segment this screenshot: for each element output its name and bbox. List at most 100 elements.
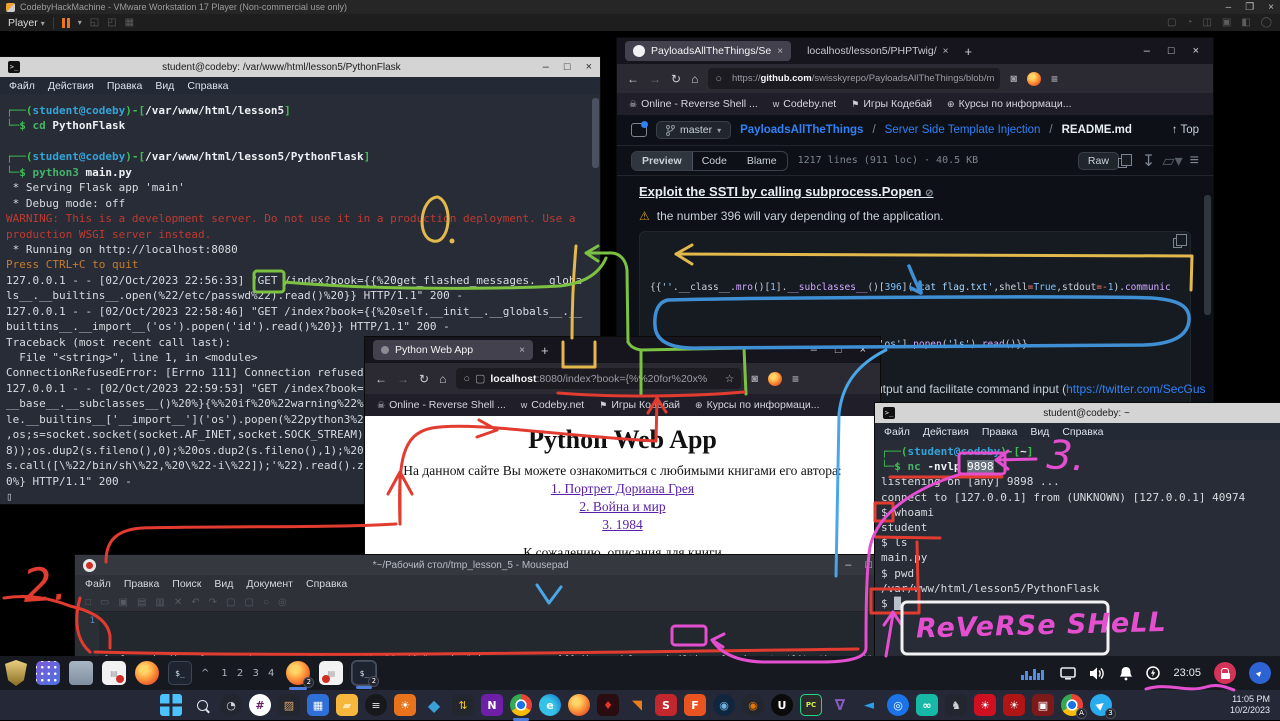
- bookmark-item[interactable]: ⚑Игры Кодебай: [851, 98, 932, 110]
- bookmark-item[interactable]: wCodeby.net: [521, 399, 584, 411]
- panel-expand-caret[interactable]: ^: [201, 661, 212, 685]
- vm-clock[interactable]: 23:05: [1173, 667, 1201, 679]
- taskbar-app-pycharm[interactable]: PC: [800, 694, 822, 716]
- menu-item[interactable]: Справка: [187, 80, 228, 92]
- new-tab-button[interactable]: +: [541, 343, 549, 358]
- taskbar-app-blender[interactable]: ◉: [742, 694, 764, 716]
- view-tab[interactable]: Code: [692, 152, 737, 170]
- taskbar-app-explorer[interactable]: ▰: [336, 694, 358, 716]
- windows-clock[interactable]: 11:05 PM 10/2/2023: [1230, 694, 1280, 716]
- tab-close-icon[interactable]: ×: [777, 46, 783, 57]
- mousepad-maximize-button[interactable]: □: [865, 559, 872, 571]
- menu-hamburger-icon[interactable]: ≡: [792, 372, 799, 386]
- menu-item[interactable]: Файл: [85, 578, 111, 590]
- vm-device-usb-icon[interactable]: ◯: [1261, 17, 1272, 28]
- tray-compass-icon[interactable]: ▸: [1249, 662, 1271, 684]
- home-icon[interactable]: ⌂: [439, 372, 446, 386]
- bookmark-item[interactable]: ☠Online - Reverse Shell ...: [377, 399, 506, 411]
- taskbar-app-arrows[interactable]: ⇅: [452, 694, 474, 716]
- menu-hamburger-icon[interactable]: ≡: [1051, 72, 1058, 86]
- breadcrumb-dir-link[interactable]: Server Side Template Injection: [885, 124, 1041, 136]
- vm-ctrl-alt-del-icon[interactable]: ◱: [90, 17, 99, 28]
- toolbar-icon[interactable]: ▤: [137, 597, 146, 608]
- file-manager-icon[interactable]: [69, 661, 93, 685]
- menu-item[interactable]: Правка: [124, 578, 159, 590]
- text-editor-icon[interactable]: ▤: [102, 661, 126, 685]
- notification-bell-icon[interactable]: [1119, 666, 1133, 681]
- copy-file-icon[interactable]: [1118, 158, 1127, 168]
- reload-icon[interactable]: ↻: [419, 372, 429, 386]
- github-scrollbar[interactable]: [1204, 195, 1211, 315]
- pause-dropdown-caret[interactable]: ▾: [78, 18, 82, 27]
- menu-item[interactable]: Правка: [982, 426, 1017, 438]
- taskbar-app-chrome-profile[interactable]: A: [1061, 694, 1083, 716]
- section1-heading[interactable]: Exploit the SSTI by calling subprocess.P…: [639, 184, 1191, 199]
- menu-item[interactable]: Справка: [306, 578, 347, 590]
- taskbar-app-c4d[interactable]: ◉: [713, 694, 735, 716]
- hackmachine-logo-icon[interactable]: [5, 660, 27, 686]
- new-tab-button[interactable]: +: [965, 44, 973, 59]
- toolbar-icon[interactable]: ▢: [226, 597, 235, 608]
- terminal-flask-minimize-button[interactable]: –: [543, 61, 549, 73]
- menu-item[interactable]: Правка: [107, 80, 142, 92]
- file-tree-icon[interactable]: [631, 123, 647, 137]
- volume-icon[interactable]: [1089, 666, 1106, 681]
- terminal-flask-maximize-button[interactable]: □: [564, 61, 571, 73]
- mousepad-minimize-button[interactable]: –: [845, 559, 851, 571]
- copy-code-icon[interactable]: [1173, 238, 1182, 248]
- taskbar-app-carrot[interactable]: ◥: [626, 694, 648, 716]
- workspace-switcher[interactable]: 1 2 3 4: [221, 661, 277, 685]
- tab-localhost-phptwig[interactable]: localhost/lesson5/PHPTwig/ ×: [799, 41, 956, 61]
- mousepad-titlebar[interactable]: *~/Рабочий стол/tmp_lesson_5 - Mousepad …: [75, 555, 880, 575]
- tracking-shield-icon[interactable]: ○: [715, 73, 722, 85]
- toolbar-icon[interactable]: □: [85, 597, 91, 608]
- back-icon[interactable]: ←: [375, 372, 387, 386]
- terminal-flask-titlebar[interactable]: >_ student@codeby: /var/www/html/lesson5…: [0, 57, 600, 77]
- taskbar-app-red-gear-2[interactable]: ☀: [1003, 694, 1025, 716]
- taskbar-app-s-red[interactable]: S: [655, 694, 677, 716]
- menu-item[interactable]: Вид: [214, 578, 233, 590]
- taskbar-app-unreal[interactable]: U: [771, 694, 793, 716]
- toolbar-icon[interactable]: ▥: [155, 597, 164, 608]
- menu-item[interactable]: Вид: [155, 80, 174, 92]
- edit-pencil-icon[interactable]: ▱▾: [1162, 151, 1182, 171]
- bookmark-item[interactable]: wCodeby.net: [773, 98, 836, 110]
- download-icon[interactable]: ↧: [1142, 151, 1155, 171]
- webapp-url-bar[interactable]: ○ ▢ localhost:8080/index?book={%%20for%2…: [456, 368, 741, 389]
- forward-icon[interactable]: →: [649, 72, 661, 86]
- taskbar-app-edge[interactable]: e: [539, 694, 561, 716]
- open-terminal-window[interactable]: $_ 2: [352, 661, 376, 685]
- tab-python-web-app[interactable]: Python Web App ×: [373, 340, 533, 360]
- windows-start-button[interactable]: [160, 694, 182, 716]
- toolbar-icon[interactable]: ▢: [244, 597, 253, 608]
- menu-item[interactable]: Вид: [1030, 426, 1049, 438]
- back-icon[interactable]: ←: [627, 72, 639, 86]
- vm-pause-button[interactable]: [62, 18, 70, 28]
- taskbar-app-f-orange[interactable]: F: [684, 694, 706, 716]
- bookmark-item[interactable]: ⊕Курсы по информаци...: [695, 399, 819, 411]
- taskbar-app-photos[interactable]: ▨: [278, 694, 300, 716]
- bookmark-item[interactable]: ⊕Курсы по информаци...: [947, 98, 1071, 110]
- toolbar-icon[interactable]: ○: [263, 597, 269, 608]
- player-menu[interactable]: Player ▾: [8, 17, 45, 29]
- taskbar-app-cube[interactable]: ◆: [423, 694, 445, 716]
- breadcrumb-repo-link[interactable]: PayloadsAllTheThings: [740, 124, 863, 136]
- vm-device-network-icon[interactable]: ◫: [1202, 17, 1211, 28]
- vm-device-sound-icon[interactable]: ◧: [1241, 17, 1250, 28]
- firefox-account-icon[interactable]: [1027, 72, 1041, 86]
- terminal-flask-close-button[interactable]: ×: [586, 61, 592, 73]
- mousepad-code[interactable]: {% for x in ().__class__.__base__.__subc…: [99, 612, 880, 658]
- power-status-icon[interactable]: [1146, 666, 1160, 680]
- terminal-scrollbar[interactable]: [592, 98, 599, 168]
- taskbar-app-darkdisc[interactable]: ≡: [365, 694, 387, 716]
- taskbar-app-gauge[interactable]: ◔: [220, 694, 242, 716]
- taskbar-app-chrome-active[interactable]: [510, 694, 532, 716]
- taskbar-app-telegram[interactable]: ▶ 3: [1090, 694, 1112, 716]
- reader-view-icon[interactable]: ▤: [999, 73, 1000, 84]
- book-link[interactable]: 3. 1984: [365, 517, 880, 533]
- taskbar-app-firefox[interactable]: [568, 694, 590, 716]
- view-tab[interactable]: Blame: [737, 152, 787, 170]
- forward-icon[interactable]: →: [397, 372, 409, 386]
- tab-close-icon[interactable]: ×: [943, 46, 949, 57]
- twitter-link[interactable]: https://twitter.com/SecGus: [1066, 382, 1205, 396]
